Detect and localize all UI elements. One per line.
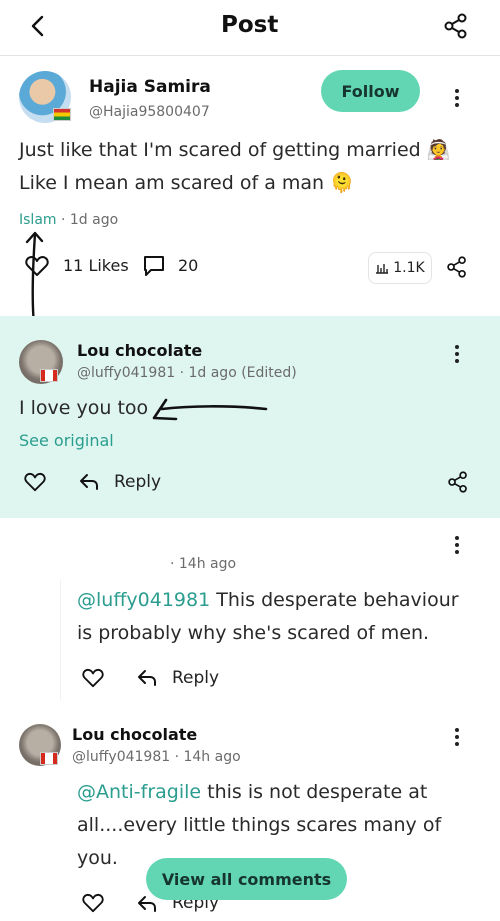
more-vertical-icon[interactable] [454, 728, 460, 749]
views-count: 1.1K [393, 260, 425, 276]
flag-icon [40, 369, 58, 382]
comment-text-line-1: @luffy041981 This desperate behaviour [77, 584, 459, 617]
likes-count[interactable]: 11 Likes [63, 256, 129, 275]
post-text-line-1: Just like that I'm scared of getting mar… [19, 139, 451, 161]
comment-text-line-2: is probably why she's scared of men. [77, 622, 430, 644]
heart-icon[interactable] [24, 472, 46, 492]
mention-link[interactable]: @luffy041981 [77, 589, 210, 611]
heart-icon[interactable] [25, 255, 49, 277]
comment-text-line-1: @Anti-fragile this is not desperate at [77, 776, 427, 809]
reply-arrow-icon[interactable] [137, 895, 157, 913]
reply-button[interactable]: Reply [114, 472, 161, 492]
comment-meta: @luffy041981 · 14h ago [72, 749, 241, 765]
comment-author-name[interactable]: Lou chocolate [77, 341, 202, 360]
mention-link[interactable]: @Anti-fragile [77, 781, 201, 803]
view-all-comments-button[interactable]: View all comments [146, 858, 347, 900]
comment-text-line-2: all....every little things scares many o… [77, 814, 442, 836]
reply-arrow-icon[interactable] [79, 473, 99, 491]
reply-button[interactable]: Reply [172, 668, 219, 688]
comments-count[interactable]: 20 [178, 256, 198, 275]
share-icon[interactable] [443, 13, 469, 39]
nested-reply-line [60, 580, 61, 700]
views-chart-icon [375, 262, 389, 274]
flag-icon [53, 108, 71, 121]
back-button[interactable] [28, 14, 48, 38]
views-pill[interactable]: 1.1K [368, 252, 432, 284]
comment-text: This desperate behaviour [210, 589, 459, 611]
comment-icon[interactable] [143, 255, 165, 277]
flag-icon [40, 752, 58, 765]
comment-text: this is not desperate at [201, 781, 428, 803]
share-icon[interactable] [447, 471, 469, 493]
post-author-name[interactable]: Hajia Samira [89, 77, 211, 97]
comment-author-name[interactable]: Lou chocolate [72, 725, 197, 744]
follow-button[interactable]: Follow [321, 70, 420, 112]
comment-text: I love you too [19, 397, 149, 419]
post-author-handle: @Hajia95800407 [89, 104, 210, 120]
more-vertical-icon[interactable] [454, 89, 460, 110]
post-text-line-2: Like I mean am scared of a man 🫠 [19, 172, 354, 194]
see-original-link[interactable]: See original [19, 431, 114, 450]
header-divider [0, 55, 500, 56]
comment-text-line-3: you. [77, 847, 118, 869]
post-time: · 1d ago [60, 212, 119, 228]
comment-meta: · 14h ago [170, 556, 237, 572]
annotation-arrow-left [152, 398, 268, 421]
more-vertical-icon[interactable] [454, 536, 460, 557]
heart-icon[interactable] [82, 893, 104, 913]
share-icon[interactable] [446, 256, 468, 278]
heart-icon[interactable] [82, 668, 104, 688]
page-title: Post [221, 12, 279, 38]
more-vertical-icon[interactable] [454, 345, 460, 366]
comment-meta: @luffy041981 · 1d ago (Edited) [77, 365, 297, 381]
reply-arrow-icon[interactable] [137, 669, 157, 687]
